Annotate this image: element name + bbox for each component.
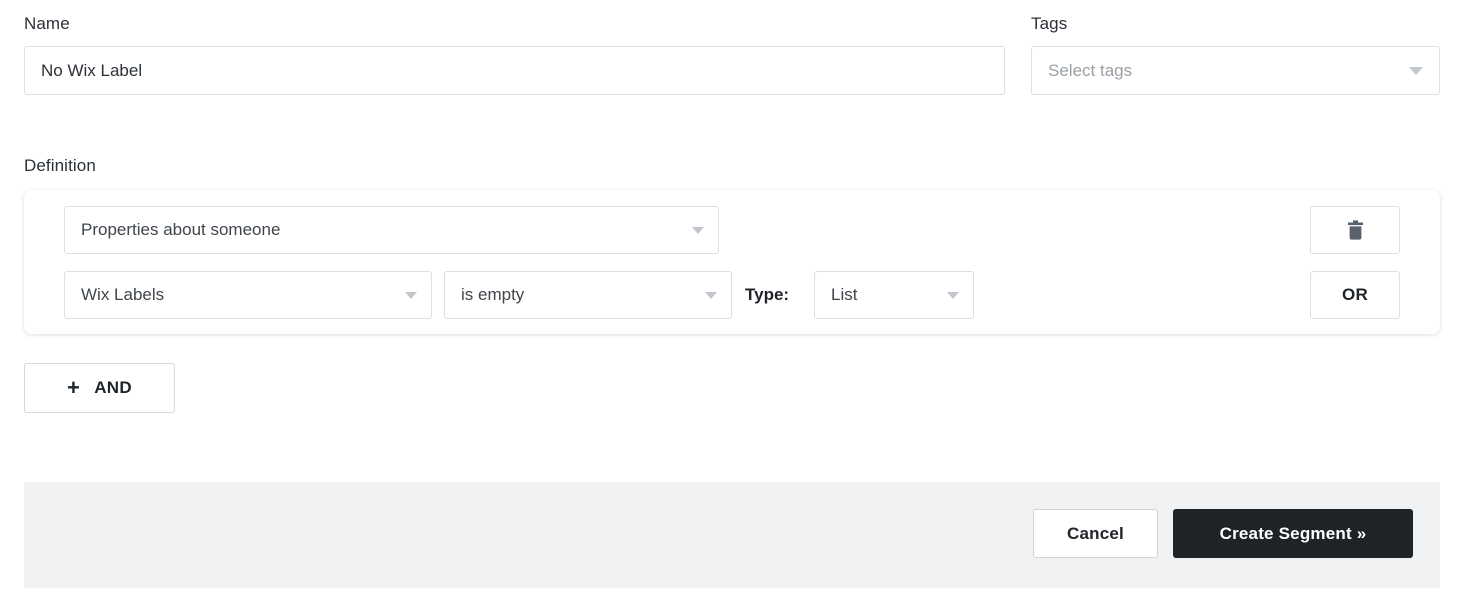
- top-fields-row: Name No Wix Label Tags Select tags: [24, 14, 1440, 124]
- create-segment-button-label: Create Segment »: [1219, 523, 1367, 543]
- tags-label: Tags: [1031, 14, 1068, 33]
- operator-select[interactable]: is empty: [444, 271, 732, 319]
- plus-icon: +: [67, 375, 81, 400]
- definition-label: Definition: [24, 156, 96, 175]
- field-select-value: Wix Labels: [81, 285, 165, 304]
- chevron-down-icon: [405, 291, 417, 299]
- property-group-select-value: Properties about someone: [81, 220, 281, 239]
- trash-icon: [1347, 219, 1363, 240]
- add-and-group-label: AND: [94, 378, 132, 397]
- name-input[interactable]: No Wix Label: [24, 46, 1005, 95]
- chevron-down-icon: [705, 291, 717, 299]
- or-button-label: OR: [1341, 285, 1369, 304]
- footer-bar: Cancel Create Segment »: [24, 482, 1440, 588]
- chevron-down-icon: [692, 226, 704, 234]
- or-conjunction-button[interactable]: OR: [1310, 271, 1400, 319]
- add-and-group-button[interactable]: + AND: [24, 363, 175, 413]
- chevron-down-icon: [947, 291, 959, 299]
- type-label: Type:: [745, 285, 790, 304]
- cancel-button[interactable]: Cancel: [1033, 509, 1158, 558]
- operator-select-value: is empty: [461, 285, 525, 304]
- tags-select-placeholder: Select tags: [1048, 60, 1133, 80]
- tags-select[interactable]: Select tags: [1031, 46, 1440, 95]
- delete-row-button[interactable]: [1310, 206, 1400, 254]
- chevron-down-icon: [1409, 66, 1423, 75]
- cancel-button-label: Cancel: [1067, 523, 1124, 543]
- property-group-select[interactable]: Properties about someone: [64, 206, 719, 254]
- type-select-value: List: [831, 285, 858, 304]
- name-field-group: Name No Wix Label: [24, 14, 1005, 95]
- tags-field-group: Tags Select tags: [1031, 14, 1440, 95]
- type-select[interactable]: List: [814, 271, 974, 319]
- definition-card: Properties about someone Wix Labels is e…: [24, 190, 1440, 334]
- field-select[interactable]: Wix Labels: [64, 271, 432, 319]
- name-label: Name: [24, 14, 70, 33]
- name-input-value: No Wix Label: [41, 60, 143, 80]
- create-segment-button[interactable]: Create Segment »: [1173, 509, 1413, 558]
